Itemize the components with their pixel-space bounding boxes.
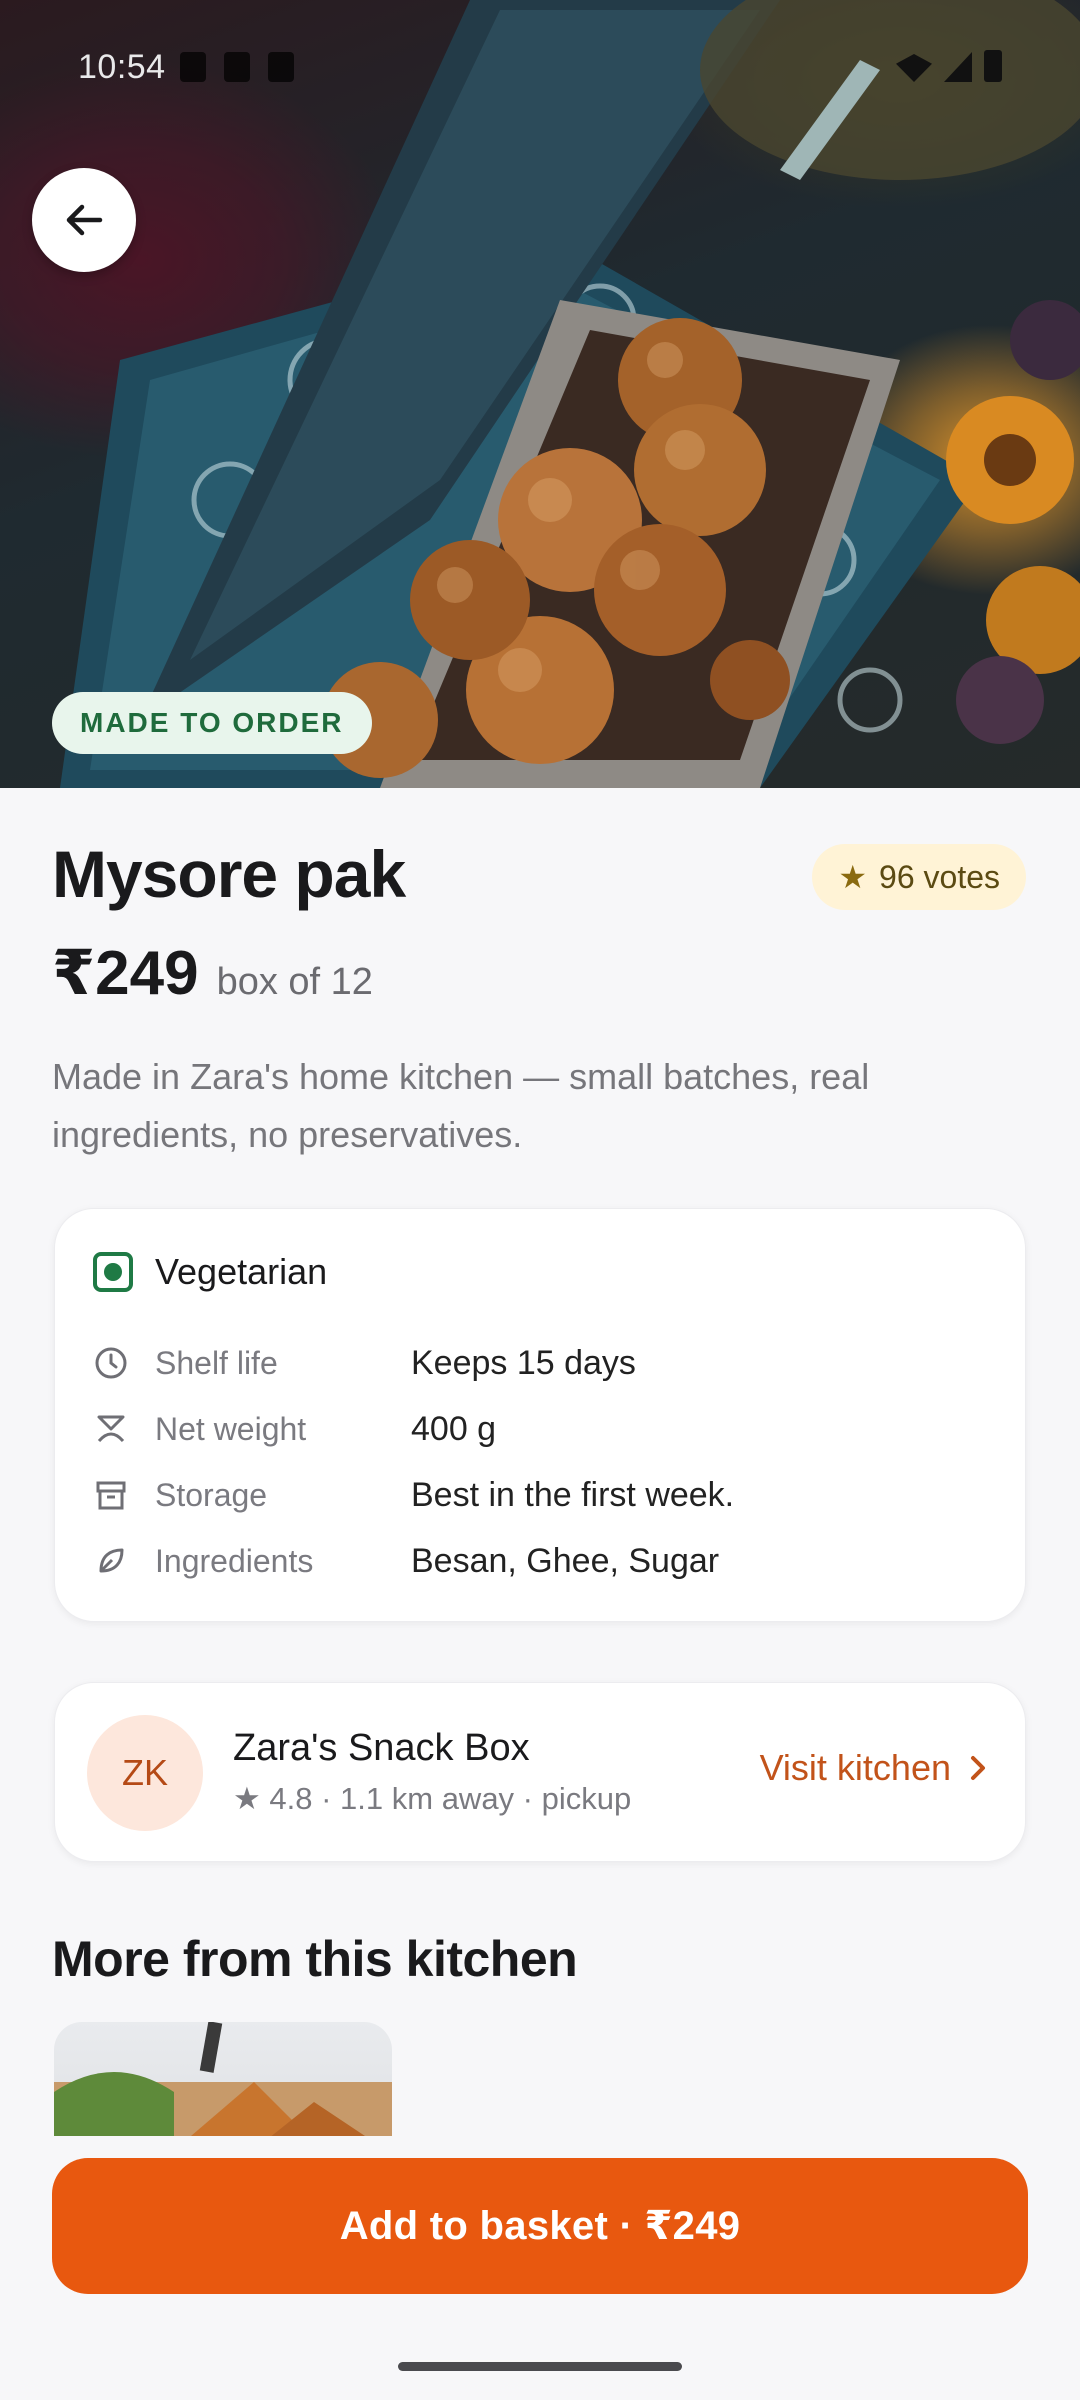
spec-row-ingredients: Ingredients Besan, Ghee, Sugar	[93, 1542, 719, 1580]
dnd-icon	[180, 52, 206, 82]
back-button[interactable]	[32, 168, 136, 272]
spec-label: Net weight	[155, 1410, 307, 1447]
leaf-icon	[93, 1543, 129, 1579]
scale-icon	[93, 1411, 129, 1447]
wifi-icon	[896, 54, 932, 82]
archive-box-icon	[93, 1477, 129, 1513]
kitchen-avatar: ZK	[87, 1715, 203, 1831]
spec-label: Ingredients	[155, 1542, 314, 1579]
kitchen-name: Zara's Snack Box	[233, 1727, 530, 1769]
status-bar: 10:54	[0, 40, 1080, 96]
votes-count: 96 votes	[879, 858, 1000, 895]
more-from-kitchen-title: More from this kitchen	[52, 1931, 578, 1987]
samosa-image	[54, 2022, 392, 2142]
kitchen-meta: ★ 4.8 · 1.1 km away · pickup	[233, 1781, 632, 1816]
arrow-left-icon	[66, 204, 103, 236]
cellular-signal-icon	[944, 52, 972, 82]
spec-label: Shelf life	[155, 1344, 278, 1381]
spec-value: Keeps 15 days	[411, 1343, 636, 1382]
clock-icon	[93, 1345, 129, 1381]
add-to-basket-button[interactable]: Add to basket · ₹249	[52, 2158, 1028, 2294]
spec-row-shelf-life: Shelf life Keeps 15 days	[93, 1344, 636, 1382]
price-row: ₹249 box of 12	[52, 936, 373, 1009]
veg-indicator: Vegetarian	[93, 1251, 327, 1293]
spec-value: 400 g	[411, 1409, 497, 1448]
status-time: 10:54	[78, 48, 166, 86]
spec-label: Storage	[155, 1476, 268, 1513]
sim-card-icon	[268, 52, 294, 82]
visit-kitchen-link[interactable]: Visit kitchen	[760, 1747, 987, 1789]
product-title: Mysore pak	[52, 837, 406, 911]
spec-value: Best in the first week.	[411, 1475, 735, 1514]
battery-icon	[984, 50, 1002, 82]
product-unit: box of 12	[216, 961, 373, 1003]
alert-icon	[224, 52, 250, 82]
votes-badge: ★ 96 votes	[812, 844, 1026, 910]
hero-food-illustration	[60, 0, 1080, 788]
visit-kitchen-label: Visit kitchen	[759, 1747, 951, 1788]
kitchen-card[interactable]: ZK Zara's Snack Box ★ 4.8 · 1.1 km away …	[54, 1682, 1026, 1862]
spec-row-storage: Storage Best in the first week.	[93, 1476, 734, 1514]
star-icon: ★	[838, 859, 868, 895]
status-system-icons	[896, 50, 1002, 82]
product-info-card: Vegetarian Shelf life Keeps 15 days Net …	[54, 1208, 1026, 1622]
spec-value: Besan, Ghee, Sugar	[411, 1541, 720, 1580]
diet-label: Vegetarian	[155, 1251, 328, 1292]
status-notification-icons	[180, 52, 294, 82]
home-indicator[interactable]	[398, 2362, 682, 2371]
product-description: Made in Zara's home kitchen — small batc…	[52, 1056, 870, 1155]
chevron-right-icon	[971, 1756, 985, 1780]
more-item-thumbnail[interactable]	[54, 2022, 392, 2142]
made-to-order-badge: MADE TO ORDER	[52, 692, 372, 754]
spec-row-net-weight: Net weight 400 g	[93, 1410, 496, 1448]
product-price: ₹249	[52, 939, 199, 1008]
hero-image: 10:54 MADE TO ORDER	[0, 0, 1080, 788]
veg-mark-icon	[93, 1252, 133, 1292]
